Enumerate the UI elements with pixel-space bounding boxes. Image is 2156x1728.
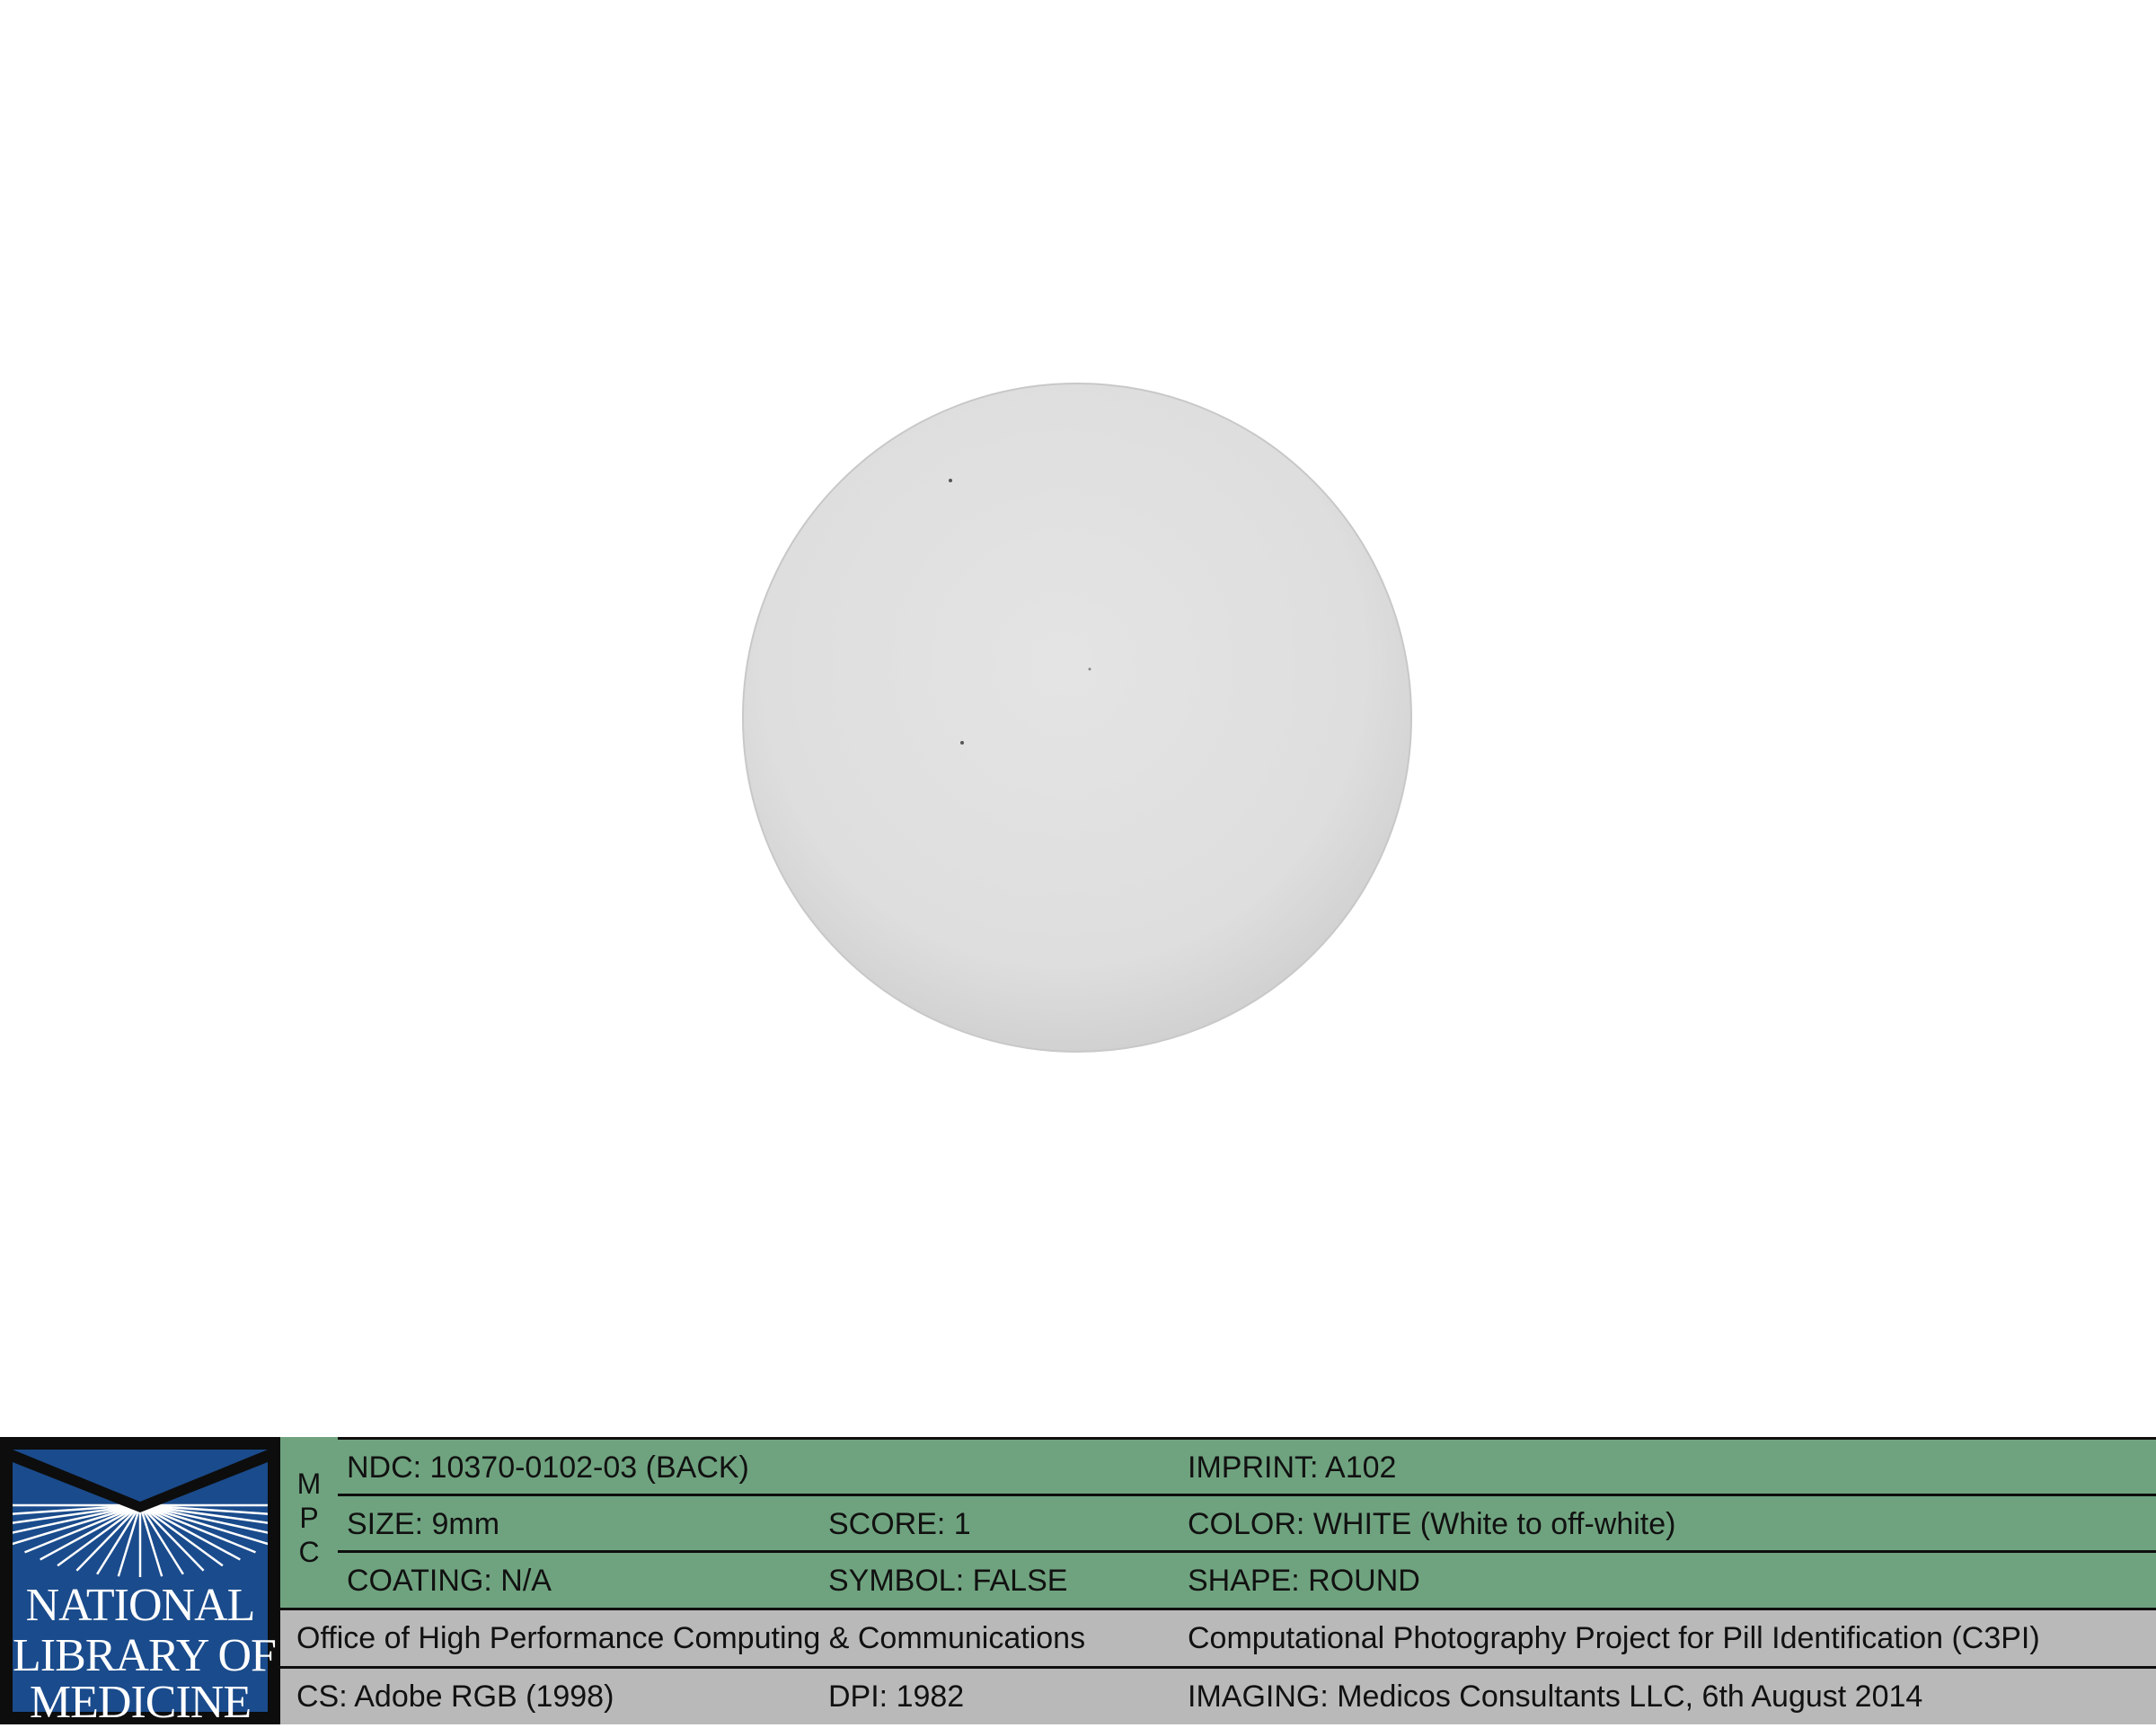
project-text: Computational Photography Project for Pi… xyxy=(1188,1621,2040,1655)
logo-line-library-of: LIBRARY OF xyxy=(13,1630,277,1681)
office-text: Office of High Performance Computing & C… xyxy=(296,1621,1086,1655)
pill-speck xyxy=(960,741,964,745)
nlm-logo-box: NATIONAL LIBRARY OF MEDICINE xyxy=(13,1450,277,1726)
logo-line-medicine: MEDICINE xyxy=(29,1677,252,1728)
info-row-size: SIZE: 9mm SCORE: 1 COLOR: WHITE (White t… xyxy=(338,1494,2156,1552)
score-value: SCORE: 1 xyxy=(828,1507,971,1541)
pill-photo xyxy=(0,0,2156,1437)
logo-line-national: NATIONAL xyxy=(25,1580,256,1631)
footer-row-office: Office of High Performance Computing & C… xyxy=(280,1608,2156,1666)
color-value: COLOR: WHITE (White to off-white) xyxy=(1188,1507,1676,1541)
info-row-coating: COATING: N/A SYMBOL: FALSE SHAPE: ROUND xyxy=(338,1550,2156,1609)
mpc-letter-c: C xyxy=(298,1536,320,1568)
dpi-text: DPI: 1982 xyxy=(828,1680,965,1714)
shape-value: SHAPE: ROUND xyxy=(1188,1564,1420,1598)
symbol-value: SYMBOL: FALSE xyxy=(828,1564,1068,1598)
imaging-text: IMAGING: Medicos Consultants LLC, 6th Au… xyxy=(1188,1680,1923,1714)
info-panel: NATIONAL LIBRARY OF MEDICINE M P C NDC: … xyxy=(0,1437,2156,1726)
colorspace-text: CS: Adobe RGB (1998) xyxy=(296,1680,614,1714)
mpc-letter-m: M xyxy=(296,1468,322,1500)
size-value: SIZE: 9mm xyxy=(347,1507,500,1541)
mpc-label: M P C xyxy=(280,1437,338,1608)
mpc-letter-p: P xyxy=(299,1502,319,1534)
pill-speck xyxy=(1088,667,1091,671)
pill-image xyxy=(742,383,1412,1053)
imprint-value: IMPRINT: A102 xyxy=(1188,1450,1397,1485)
footer-row-imaging: CS: Adobe RGB (1998) DPI: 1982 IMAGING: … xyxy=(280,1666,2156,1724)
coating-value: COATING: N/A xyxy=(347,1564,552,1598)
pill-speck xyxy=(949,479,952,482)
ndc-value: NDC: 10370-0102-03 (BACK) xyxy=(347,1450,749,1485)
info-row-ndc: NDC: 10370-0102-03 (BACK) IMPRINT: A102 xyxy=(338,1437,2156,1495)
pill-tablet xyxy=(742,383,1412,1053)
nlm-logo: NATIONAL LIBRARY OF MEDICINE xyxy=(0,1437,280,1726)
